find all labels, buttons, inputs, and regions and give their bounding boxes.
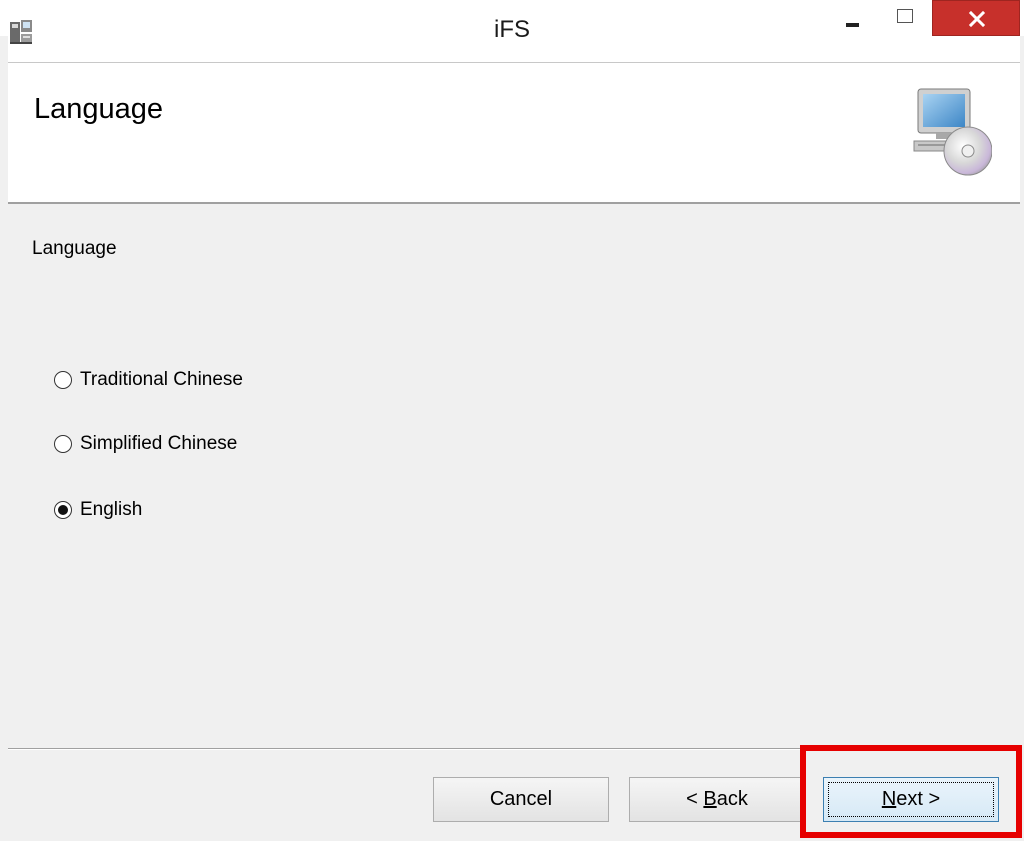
content-area: Language Traditional Chinese Simplified … <box>8 204 1020 748</box>
radio-label: Traditional Chinese <box>80 369 243 390</box>
cancel-button[interactable]: Cancel <box>433 777 609 822</box>
radio-label: English <box>80 499 143 520</box>
close-button[interactable] <box>932 0 1020 36</box>
maximize-button[interactable] <box>882 0 928 36</box>
footer: Cancel < Back Next > <box>8 750 1020 841</box>
radio-simplified-chinese[interactable]: Simplified Chinese <box>54 430 237 458</box>
next-button[interactable]: Next > <box>823 777 999 822</box>
header-banner: Language <box>8 62 1020 204</box>
section-label: Language <box>32 238 117 259</box>
window-frame-right <box>1020 36 1024 841</box>
radio-checked-icon[interactable] <box>54 501 72 519</box>
page-title: Language <box>34 93 164 125</box>
maximize-icon <box>897 9 913 23</box>
radio-label: Simplified Chinese <box>80 433 238 454</box>
minimize-button[interactable] <box>830 0 876 36</box>
window-frame-left <box>0 36 8 841</box>
title-bar[interactable]: iFS <box>0 0 1024 62</box>
close-icon <box>969 11 985 27</box>
minimize-icon <box>846 23 859 27</box>
installer-window: iFS Language Language Traditional Chines… <box>0 0 1024 841</box>
focus-rectangle <box>828 782 994 817</box>
radio-circle-icon[interactable] <box>54 371 72 389</box>
radio-traditional-chinese[interactable]: Traditional Chinese <box>54 366 243 394</box>
back-label: < Back <box>686 788 748 810</box>
cancel-label: Cancel <box>489 788 553 810</box>
radio-english[interactable]: English <box>54 496 142 524</box>
back-button[interactable]: < Back <box>629 777 805 822</box>
computer-cd-icon <box>908 85 993 184</box>
radio-circle-icon[interactable] <box>54 435 72 453</box>
